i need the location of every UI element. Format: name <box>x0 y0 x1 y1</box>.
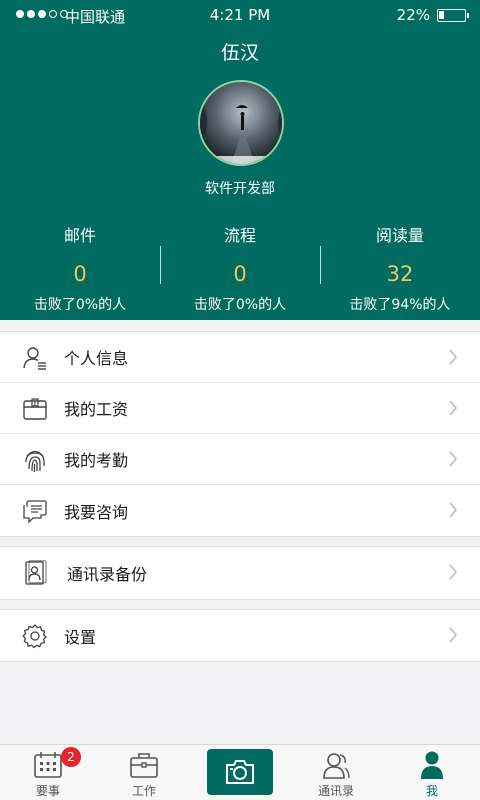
menu-item-attendance[interactable]: 我的考勤 <box>0 434 480 485</box>
tab-bar: 2 要事 工作 通讯录 我 <box>0 744 480 800</box>
menu-item-label: 设置 <box>64 627 97 647</box>
svg-text:¥: ¥ <box>33 401 36 407</box>
stat-mail[interactable]: 邮件 0 击败了0%的人 <box>0 222 160 314</box>
wallet-icon: ¥ <box>23 398 47 420</box>
stats-panel: 邮件 0 击败了0%的人 流程 0 击败了0%的人 阅读量 32 击败了94%的… <box>0 222 480 314</box>
calendar-icon <box>34 752 62 778</box>
chevron-right-icon <box>449 451 458 467</box>
avatar-photo <box>200 82 282 164</box>
tab-label: 工作 <box>131 784 156 798</box>
menu-item-settings[interactable]: 设置 <box>0 610 480 661</box>
tab-contacts[interactable]: 通讯录 <box>288 745 384 800</box>
chevron-right-icon <box>449 564 458 580</box>
chevron-right-icon <box>449 627 458 643</box>
menu-item-label: 通讯录备份 <box>67 565 148 584</box>
status-bar: 中国联通 4:21 PM 22% <box>0 0 480 30</box>
profile-icon <box>421 751 443 779</box>
menu-item-consult[interactable]: 我要咨询 <box>0 485 480 536</box>
tab-label: 通讯录 <box>317 784 354 798</box>
notification-badge: 2 <box>61 747 81 767</box>
menu-item-personal-info[interactable]: 个人信息 <box>0 332 480 383</box>
tab-label: 我 <box>425 784 438 798</box>
chevron-right-icon <box>449 502 458 518</box>
stat-label: 邮件 <box>63 226 96 245</box>
stat-reads[interactable]: 阅读量 32 击败了94%的人 <box>320 222 480 314</box>
stat-value: 0 <box>233 262 247 286</box>
menu-item-label: 我要咨询 <box>64 502 129 522</box>
stat-rank: 击败了94%的人 <box>349 297 451 313</box>
tab-me[interactable]: 我 <box>384 745 480 800</box>
menu-item-label: 个人信息 <box>64 349 129 368</box>
battery-percent: 22% <box>396 6 430 24</box>
stat-value: 32 <box>386 262 414 286</box>
fingerprint-icon <box>25 450 45 472</box>
menu-item-label: 我的考勤 <box>64 451 129 470</box>
profile-header: 中国联通 4:21 PM 22% 伍汉 软件开发部 邮件 0 击败了0%的人 流… <box>0 0 480 320</box>
menu-item-contacts-backup[interactable]: 通讯录备份 <box>0 547 480 599</box>
stat-label: 阅读量 <box>375 226 424 245</box>
briefcase-icon <box>130 753 158 778</box>
menu-group-settings: 设置 <box>0 609 480 662</box>
gear-icon <box>22 624 47 649</box>
user-name: 伍汉 <box>220 42 259 64</box>
avatar[interactable] <box>198 80 284 166</box>
menu-item-label: 我的工资 <box>64 400 129 419</box>
battery-icon <box>437 9 469 22</box>
stat-rank: 击败了0%的人 <box>33 297 127 313</box>
stat-workflow[interactable]: 流程 0 击败了0%的人 <box>160 222 320 314</box>
tab-agenda[interactable]: 2 要事 <box>0 745 96 800</box>
chevron-right-icon <box>449 400 458 416</box>
department-label: 软件开发部 <box>205 181 275 197</box>
chevron-right-icon <box>449 349 458 365</box>
contacts-backup-icon <box>25 560 47 585</box>
menu-group-contacts: 通讯录备份 <box>0 546 480 600</box>
camera-button[interactable] <box>207 749 273 795</box>
chat-icon <box>23 500 47 524</box>
person-info-icon <box>23 347 46 370</box>
stat-value: 0 <box>73 262 87 286</box>
tab-work[interactable]: 工作 <box>96 745 192 800</box>
stat-label: 流程 <box>223 226 256 245</box>
menu-item-salary[interactable]: ¥ 我的工资 <box>0 383 480 434</box>
stat-rank: 击败了0%的人 <box>193 297 287 313</box>
tab-label: 要事 <box>35 784 60 798</box>
contacts-icon <box>323 753 350 779</box>
menu-group-account: 个人信息 ¥ 我的工资 我的考勤 我要咨询 <box>0 331 480 537</box>
camera-icon <box>226 760 254 784</box>
